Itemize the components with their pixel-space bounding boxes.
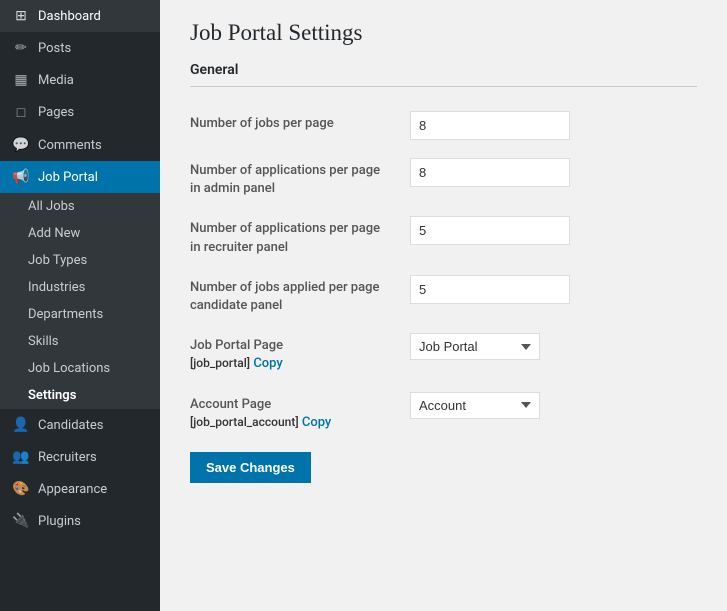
portal-copy-link[interactable]: Copy <box>253 356 282 371</box>
sidebar-item-candidates[interactable]: 👤 Candidates <box>0 409 160 441</box>
sidebar-item-label: Comments <box>38 138 102 153</box>
field-label-portal-page: Job Portal Page [job_portal] Copy <box>190 325 410 383</box>
sidebar-item-pages[interactable]: □ Pages <box>0 96 160 129</box>
sidebar-item-plugins[interactable]: 🔌 Plugins <box>0 505 160 537</box>
appearance-icon: 🎨 <box>12 481 30 497</box>
media-icon: ▦ <box>12 72 30 88</box>
field-cell-jobs-candidate <box>410 267 697 325</box>
sidebar-item-label: Candidates <box>38 418 103 433</box>
sidebar-item-dashboard[interactable]: ⊞ Dashboard <box>0 0 160 32</box>
settings-form: Number of jobs per page Number of applic… <box>190 103 697 442</box>
sidebar-submenu-item-job-types[interactable]: Job Types <box>0 247 160 274</box>
table-row: Number of jobs per page <box>190 103 697 150</box>
plugins-icon: 🔌 <box>12 513 30 529</box>
field-cell-apps-admin <box>410 150 697 208</box>
sidebar-submenu-item-all-jobs[interactable]: All Jobs <box>0 193 160 220</box>
field-cell-portal-page: Job Portal <box>410 325 697 383</box>
sidebar-submenu-item-skills[interactable]: Skills <box>0 328 160 355</box>
jobs-candidate-input[interactable] <box>410 275 570 304</box>
jobs-per-page-input[interactable] <box>410 111 570 140</box>
candidates-icon: 👤 <box>12 417 30 433</box>
apps-recruiter-input[interactable] <box>410 216 570 245</box>
sidebar-item-label: Plugins <box>38 514 81 529</box>
portal-page-select[interactable]: Job Portal <box>410 333 540 360</box>
sidebar-submenu-item-industries[interactable]: Industries <box>0 274 160 301</box>
table-row: Number of applications per page in admin… <box>190 150 697 208</box>
pages-icon: □ <box>12 104 30 121</box>
save-changes-button[interactable]: Save Changes <box>190 452 311 483</box>
field-cell-jobs-per-page <box>410 103 697 150</box>
section-general: General <box>190 62 697 87</box>
sidebar-item-label: Recruiters <box>38 450 97 465</box>
sidebar: ⊞ Dashboard ✏ Posts ▦ Media □ Pages 💬 Co… <box>0 0 160 611</box>
table-row: Account Page [job_portal_account] Copy A… <box>190 384 697 442</box>
account-shortcode: [job_portal_account] <box>190 415 299 429</box>
sidebar-item-appearance[interactable]: 🎨 Appearance <box>0 473 160 505</box>
sidebar-item-label: Appearance <box>38 482 107 497</box>
sidebar-submenu-item-add-new[interactable]: Add New <box>0 220 160 247</box>
sidebar-submenu-item-departments[interactable]: Departments <box>0 301 160 328</box>
apps-admin-input[interactable] <box>410 158 570 187</box>
portal-shortcode: [job_portal] <box>190 356 250 370</box>
sidebar-item-label: Media <box>38 73 74 88</box>
field-label-account-page: Account Page [job_portal_account] Copy <box>190 384 410 442</box>
table-row: Number of applications per page in recru… <box>190 208 697 266</box>
main-content: Job Portal Settings General Number of jo… <box>160 0 727 611</box>
sidebar-item-job-portal[interactable]: 📢 Job Portal <box>0 161 160 193</box>
table-row: Number of jobs applied per page candidat… <box>190 267 697 325</box>
field-label-apps-recruiter: Number of applications per page in recru… <box>190 208 410 266</box>
job-portal-submenu: All Jobs Add New Job Types Industries De… <box>0 193 160 409</box>
field-label-apps-admin: Number of applications per page in admin… <box>190 150 410 208</box>
sidebar-item-recruiters[interactable]: 👥 Recruiters <box>0 441 160 473</box>
dashboard-icon: ⊞ <box>12 8 30 24</box>
page-title: Job Portal Settings <box>190 20 697 46</box>
field-cell-apps-recruiter <box>410 208 697 266</box>
account-page-select[interactable]: Account <box>410 392 540 419</box>
sidebar-item-label: Pages <box>38 105 74 120</box>
job-portal-icon: 📢 <box>12 169 30 185</box>
comments-icon: 💬 <box>12 137 30 153</box>
table-row: Job Portal Page [job_portal] Copy Job Po… <box>190 325 697 383</box>
posts-icon: ✏ <box>12 40 30 56</box>
sidebar-item-posts[interactable]: ✏ Posts <box>0 32 160 64</box>
recruiters-icon: 👥 <box>12 449 30 465</box>
sidebar-item-label: Dashboard <box>38 9 101 24</box>
account-copy-link[interactable]: Copy <box>302 415 331 430</box>
sidebar-submenu-item-job-locations[interactable]: Job Locations <box>0 355 160 382</box>
sidebar-item-label: Job Portal <box>38 170 98 185</box>
sidebar-submenu-item-settings[interactable]: Settings <box>0 382 160 409</box>
sidebar-item-media[interactable]: ▦ Media <box>0 64 160 96</box>
field-label-jobs-candidate: Number of jobs applied per page candidat… <box>190 267 410 325</box>
field-cell-account-page: Account <box>410 384 697 442</box>
field-label-jobs-per-page: Number of jobs per page <box>190 103 410 150</box>
sidebar-item-comments[interactable]: 💬 Comments <box>0 129 160 161</box>
sidebar-item-label: Posts <box>38 41 71 56</box>
